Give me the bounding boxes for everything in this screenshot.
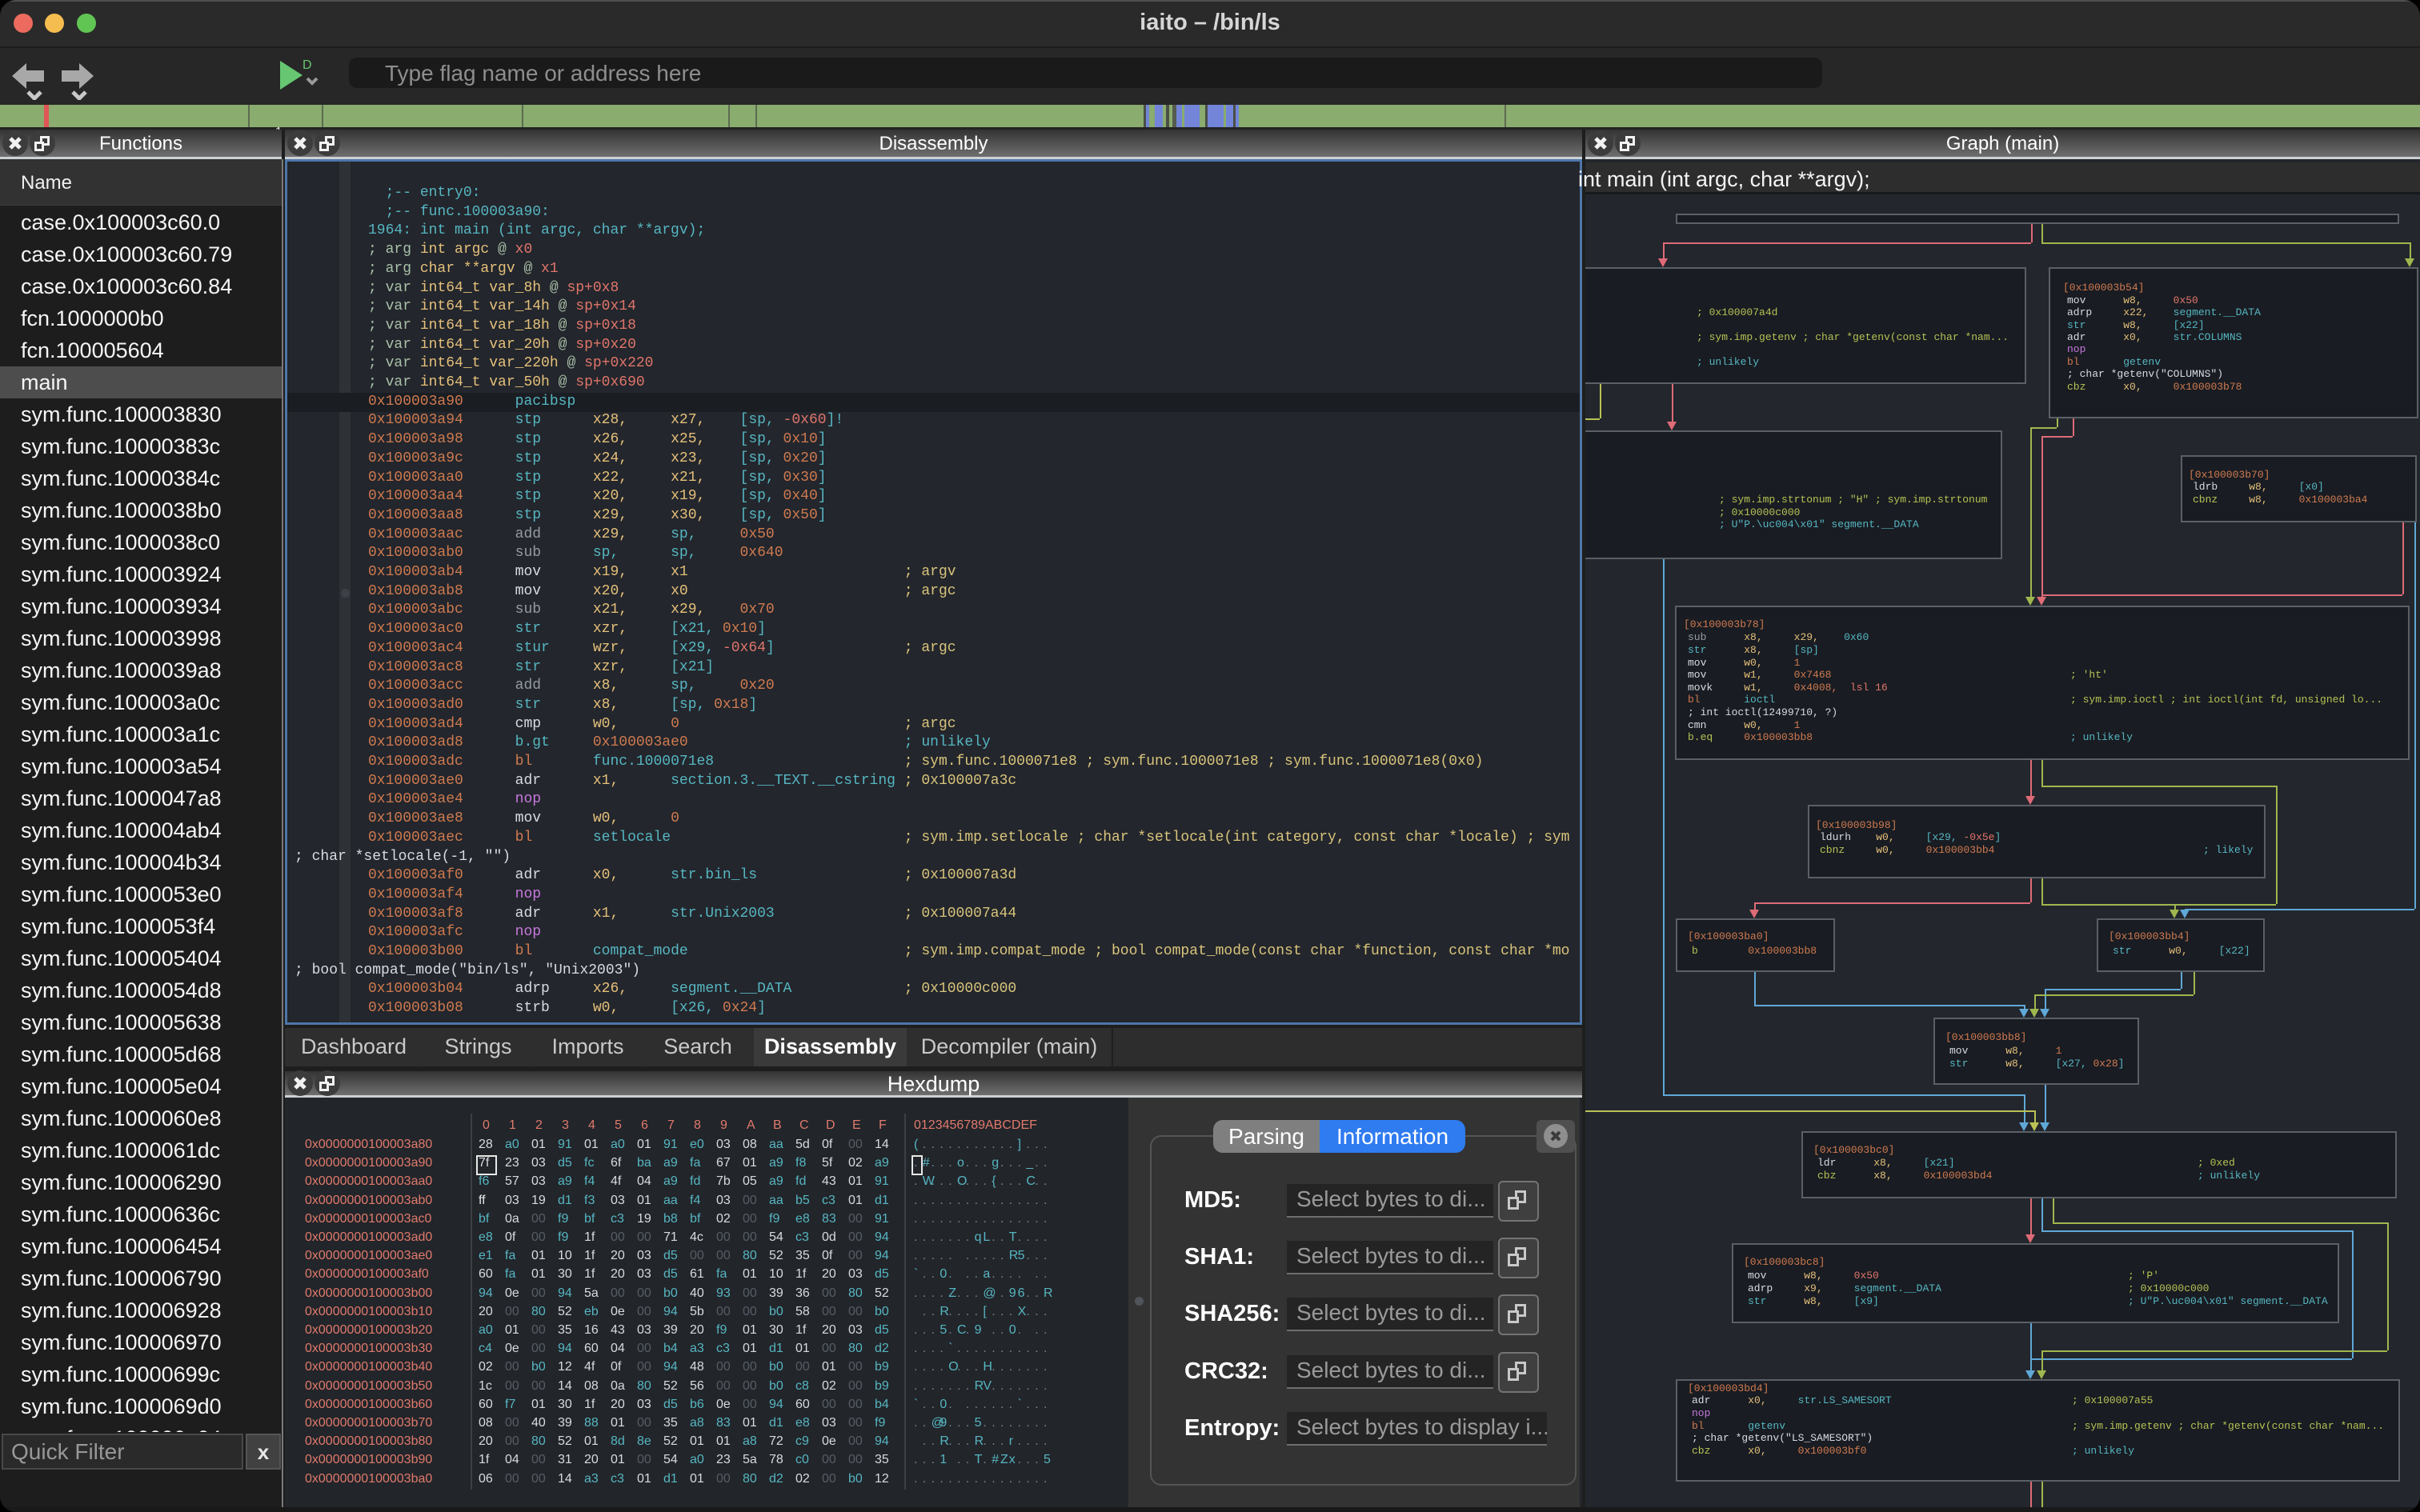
svg-text:D: D	[302, 58, 312, 72]
